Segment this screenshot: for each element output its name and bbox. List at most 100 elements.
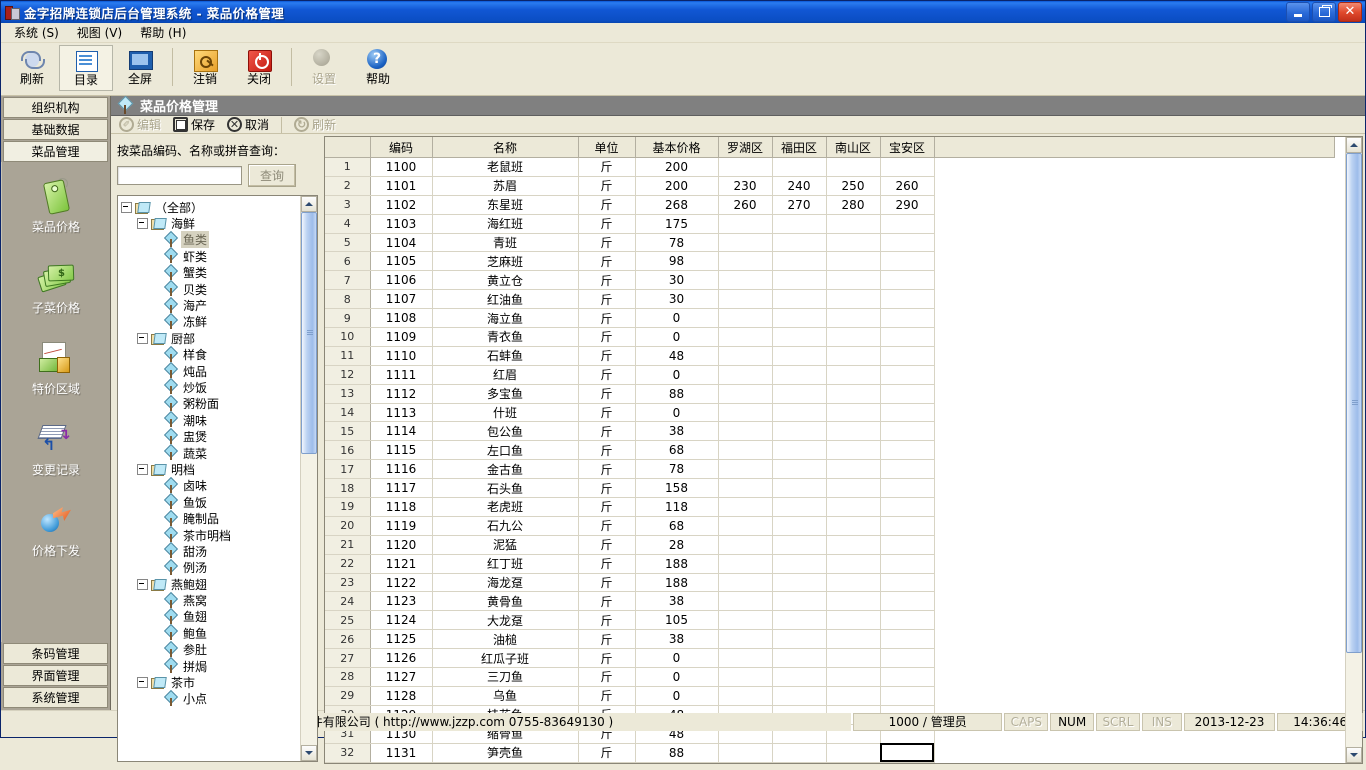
table-cell[interactable] bbox=[718, 421, 773, 442]
table-cell[interactable] bbox=[826, 610, 881, 631]
table-cell[interactable] bbox=[880, 573, 935, 593]
row-number-cell[interactable]: 5 bbox=[325, 233, 371, 253]
table-cell[interactable] bbox=[772, 743, 827, 763]
table-cell[interactable] bbox=[718, 384, 773, 404]
table-cell[interactable] bbox=[880, 591, 935, 612]
table-row[interactable]: 10 1109 青衣鱼斤 0 bbox=[325, 327, 1334, 347]
search-button[interactable]: 查询 bbox=[248, 164, 296, 187]
table-cell[interactable] bbox=[880, 421, 935, 442]
column-header[interactable]: 宝安区 bbox=[880, 137, 935, 158]
tree-node[interactable]: 参肚 bbox=[121, 640, 300, 658]
table-cell[interactable] bbox=[772, 157, 827, 177]
table-cell[interactable]: 30 bbox=[635, 289, 719, 310]
table-cell[interactable] bbox=[826, 440, 881, 461]
table-cell[interactable]: 1126 bbox=[370, 648, 433, 669]
table-cell[interactable] bbox=[880, 629, 935, 650]
table-cell[interactable] bbox=[826, 251, 881, 272]
row-number-cell[interactable]: 7 bbox=[325, 270, 371, 291]
table-cell[interactable]: 大龙趸 bbox=[432, 610, 579, 631]
table-cell[interactable]: 1106 bbox=[370, 270, 433, 291]
table-row[interactable]: 16 1115 左口鱼斤 68 bbox=[325, 440, 1334, 461]
table-cell[interactable]: 芝麻班 bbox=[432, 251, 579, 272]
tree-node[interactable]: 鱼类 bbox=[121, 230, 300, 249]
sidebar-item-change-record[interactable]: ↰ ↴ 变更记录 bbox=[2, 421, 110, 478]
table-cell[interactable]: 68 bbox=[635, 516, 719, 536]
restore-icon[interactable] bbox=[1312, 2, 1336, 22]
table-cell[interactable]: 老鼠班 bbox=[432, 157, 579, 177]
sidebar-item-sub-dish-price[interactable]: $ 子菜价格 bbox=[2, 259, 110, 316]
table-cell[interactable]: 海红班 bbox=[432, 214, 579, 234]
table-cell[interactable] bbox=[880, 251, 935, 272]
table-cell[interactable] bbox=[718, 289, 773, 310]
table-cell[interactable] bbox=[880, 554, 935, 574]
table-cell[interactable] bbox=[772, 270, 827, 291]
search-input[interactable] bbox=[117, 166, 242, 185]
tree-node[interactable]: 蔬菜 bbox=[121, 443, 300, 461]
tree-node[interactable]: 厨部 bbox=[121, 330, 300, 346]
table-cell[interactable]: 1125 bbox=[370, 629, 433, 650]
table-cell[interactable]: 斤 bbox=[578, 497, 636, 517]
table-cell[interactable] bbox=[826, 289, 881, 310]
tree-expand-toggle[interactable] bbox=[121, 201, 132, 213]
table-cell[interactable]: 1127 bbox=[370, 667, 433, 687]
table-cell[interactable]: 290 bbox=[880, 195, 935, 215]
table-cell[interactable]: 斤 bbox=[578, 667, 636, 687]
table-cell[interactable] bbox=[718, 516, 773, 536]
table-cell[interactable]: 斤 bbox=[578, 308, 636, 329]
tree-node[interactable]: 虾类 bbox=[121, 247, 300, 264]
table-cell[interactable]: 30 bbox=[635, 270, 719, 291]
toolbar-button-help[interactable]: ? 帮助 bbox=[351, 45, 405, 91]
row-number-cell[interactable]: 13 bbox=[325, 384, 371, 404]
table-cell[interactable]: 1111 bbox=[370, 365, 433, 385]
cancel-button[interactable]: ✕ 取消 bbox=[227, 116, 269, 133]
table-cell[interactable] bbox=[772, 629, 827, 650]
tree-node[interactable]: 炖品 bbox=[121, 362, 300, 379]
table-cell[interactable]: 0 bbox=[635, 648, 719, 669]
row-number-cell[interactable]: 15 bbox=[325, 421, 371, 442]
table-cell[interactable] bbox=[718, 365, 773, 385]
tree-node[interactable]: 蟹类 bbox=[121, 263, 300, 281]
table-row[interactable]: 22 1121 红丁班斤 188 bbox=[325, 554, 1334, 574]
table-cell[interactable] bbox=[826, 365, 881, 385]
grid-corner-cell[interactable] bbox=[325, 137, 371, 158]
table-cell[interactable]: 青衣鱼 bbox=[432, 327, 579, 347]
table-cell[interactable] bbox=[880, 648, 935, 669]
table-cell[interactable]: 260 bbox=[880, 176, 935, 196]
table-cell[interactable]: 230 bbox=[718, 176, 773, 196]
row-number-cell[interactable]: 3 bbox=[325, 195, 371, 215]
table-row[interactable]: 11 1110 石蚌鱼斤 48 bbox=[325, 346, 1334, 366]
table-cell[interactable]: 175 bbox=[635, 214, 719, 234]
row-number-cell[interactable]: 4 bbox=[325, 214, 371, 234]
table-cell[interactable]: 泥猛 bbox=[432, 535, 579, 555]
table-cell[interactable]: 1108 bbox=[370, 308, 433, 329]
row-number-cell[interactable]: 26 bbox=[325, 629, 371, 650]
table-cell[interactable]: 188 bbox=[635, 573, 719, 593]
category-tree[interactable]: （全部） 海鲜 鱼类 虾类 蟹类 贝类 海产 冻鲜 厨部 样食 炖品 炒饭 粥粉面 潮味 盅煲 蔬菜 明档 卤味鱼… bbox=[118, 196, 300, 761]
column-header[interactable]: 编码 bbox=[370, 137, 433, 158]
table-cell[interactable] bbox=[718, 327, 773, 347]
table-cell[interactable] bbox=[880, 214, 935, 234]
tree-node[interactable]: 甜汤 bbox=[121, 542, 300, 559]
table-cell[interactable]: 石头鱼 bbox=[432, 478, 579, 499]
table-cell[interactable]: 老虎班 bbox=[432, 497, 579, 517]
sidebar-tab-ui-management[interactable]: 界面管理 bbox=[3, 665, 108, 686]
table-cell[interactable] bbox=[718, 686, 773, 706]
table-cell[interactable] bbox=[772, 365, 827, 385]
table-cell[interactable] bbox=[772, 440, 827, 461]
table-cell[interactable] bbox=[880, 289, 935, 310]
table-cell[interactable] bbox=[772, 289, 827, 310]
table-cell[interactable] bbox=[718, 573, 773, 593]
toolbar-button-refresh[interactable]: 刷新 bbox=[5, 45, 59, 91]
tree-scroll-down-button[interactable] bbox=[301, 744, 317, 761]
table-row[interactable]: 24 1123 黄骨鱼斤 38 bbox=[325, 591, 1334, 612]
table-cell[interactable] bbox=[772, 308, 827, 329]
table-cell[interactable] bbox=[718, 214, 773, 234]
table-cell[interactable]: 200 bbox=[635, 157, 719, 177]
table-cell[interactable]: 1128 bbox=[370, 686, 433, 706]
table-cell[interactable] bbox=[880, 327, 935, 347]
table-cell[interactable] bbox=[826, 327, 881, 347]
sidebar-item-dish-price[interactable]: 菜品价格 bbox=[2, 178, 110, 235]
table-cell[interactable]: 78 bbox=[635, 233, 719, 253]
tree-node[interactable]: 冻鲜 bbox=[121, 312, 300, 330]
table-cell[interactable]: 斤 bbox=[578, 195, 636, 215]
